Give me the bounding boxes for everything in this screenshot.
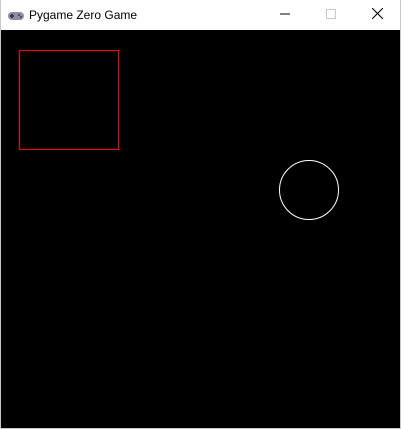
game-canvas[interactable] <box>1 30 400 428</box>
maximize-button[interactable] <box>308 0 354 30</box>
close-button[interactable] <box>354 0 400 30</box>
maximize-icon <box>326 6 336 24</box>
gamepad-icon <box>7 9 25 21</box>
window-title: Pygame Zero Game <box>29 8 138 22</box>
app-window: Pygame Zero Game <box>0 0 401 429</box>
minimize-icon <box>280 6 290 24</box>
white-circle-outline <box>279 160 339 220</box>
title-bar[interactable]: Pygame Zero Game <box>1 0 400 30</box>
minimize-button[interactable] <box>262 0 308 30</box>
red-rectangle-outline <box>19 50 119 150</box>
close-icon <box>371 6 383 24</box>
